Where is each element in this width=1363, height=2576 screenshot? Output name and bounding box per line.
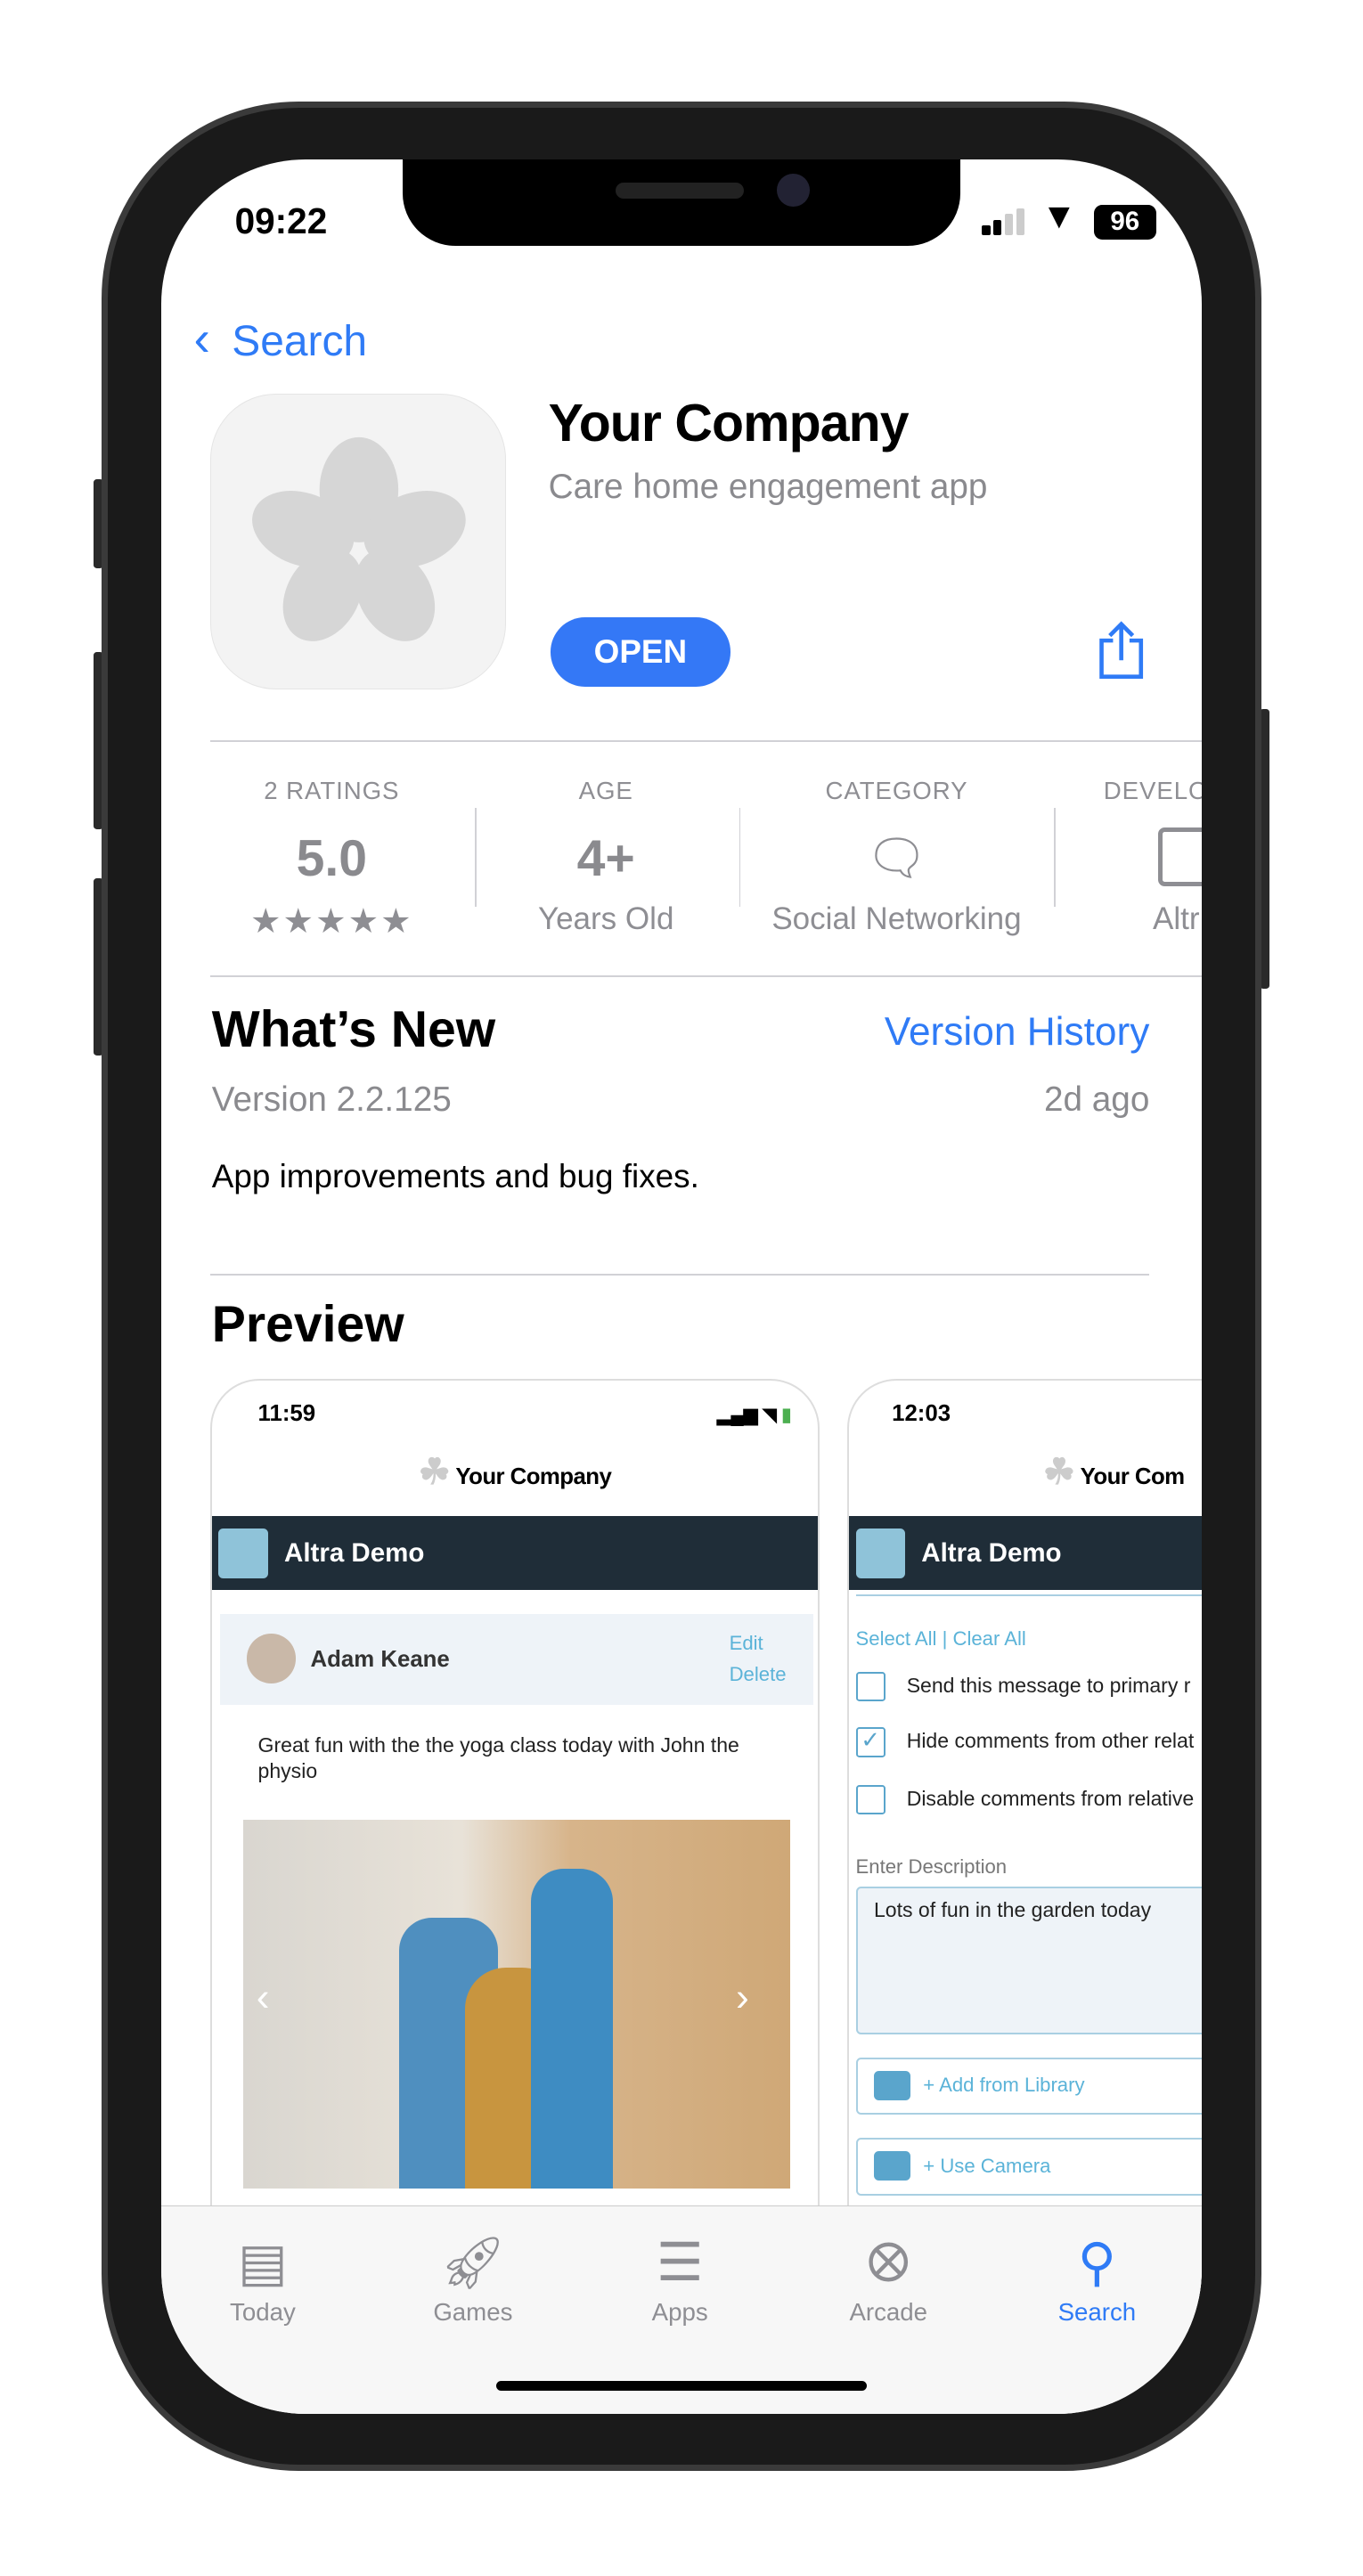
- tab-games[interactable]: 🚀︎ Games: [391, 2229, 555, 2326]
- post-header: Adam Keane Edit Delete: [220, 1614, 813, 1705]
- rating-value: 5.0: [296, 829, 368, 887]
- checkbox[interactable]: [855, 1784, 886, 1815]
- select-clear-links[interactable]: Select All | Clear All: [856, 1627, 1026, 1651]
- tab-search[interactable]: ⚲ Search: [1015, 2229, 1179, 2326]
- divider: [209, 1274, 1150, 1276]
- checkbox-checked[interactable]: ✓: [855, 1727, 886, 1757]
- version-label: Version 2.2.125: [211, 1080, 452, 1119]
- joystick-icon: ⭙: [867, 2234, 910, 2293]
- tab-arcade[interactable]: ⭙ Arcade: [806, 2229, 970, 2326]
- org-bar: Altra Demo: [849, 1515, 1203, 1590]
- back-button[interactable]: ‹ Search: [194, 310, 368, 367]
- version-history-link[interactable]: Version History: [885, 1010, 1149, 1055]
- release-notes: App improvements and bug fixes.: [211, 1157, 699, 1194]
- divider: [209, 740, 1203, 743]
- app-subtitle: Care home engagement app: [548, 468, 988, 507]
- building-icon: [855, 1528, 905, 1578]
- tab-label: Arcade: [849, 2297, 928, 2326]
- description-textarea[interactable]: Lots of fun in the garden today: [855, 1887, 1203, 2035]
- chat-heart-icon: 🗨: [865, 829, 928, 885]
- org-bar: Altra Demo: [211, 1515, 818, 1590]
- whats-new-title: What’s New: [211, 1000, 496, 1058]
- rocket-icon: 🚀︎: [439, 2234, 507, 2293]
- release-date: 2d ago: [1043, 1080, 1150, 1119]
- app-title: Your Company: [548, 395, 910, 453]
- preview-header: ☘ Your Company: [212, 1450, 818, 1493]
- checkbox-label: Disable comments from relative: [906, 1786, 1195, 1810]
- developer-sub: Altr: [1153, 901, 1200, 936]
- tab-today[interactable]: ▤ Today: [181, 2229, 345, 2326]
- preview-screenshot-1[interactable]: 11:59 ▂▄▆ ◥ ▮ ☘ Your Company Altra Demo …: [209, 1379, 820, 2299]
- camera-icon: [873, 2151, 910, 2181]
- tab-label: Apps: [651, 2297, 708, 2326]
- camera: [776, 174, 810, 208]
- edit-link[interactable]: Edit: [730, 1632, 763, 1655]
- home-indicator[interactable]: [495, 2380, 868, 2391]
- add-from-library-button[interactable]: + Add from Library: [855, 2057, 1203, 2115]
- search-icon: ⚲: [1077, 2234, 1116, 2293]
- separator: [739, 807, 741, 907]
- ratings-label: 2 RATINGS: [264, 776, 400, 804]
- clover-icon: ☘: [418, 1450, 451, 1492]
- use-camera-button[interactable]: + Use Camera: [855, 2138, 1203, 2196]
- age-sub: Years Old: [537, 901, 674, 936]
- clover-icon: [252, 437, 466, 642]
- use-camera-label: + Use Camera: [923, 2154, 1051, 2177]
- photo-prev-icon[interactable]: ‹: [257, 1976, 270, 2020]
- tab-label: Search: [1057, 2297, 1137, 2326]
- photo-figure: [530, 1868, 613, 2189]
- tab-apps[interactable]: ☰ Apps: [598, 2229, 762, 2326]
- avatar: [246, 1634, 296, 1683]
- preview-status-icons: ▂▄▆ ◥ ▮: [716, 1406, 792, 1426]
- checkbox-label: Send this message to primary r: [906, 1673, 1191, 1697]
- layers-icon: ☰: [656, 2234, 704, 2293]
- phone-screen: 09:22 ▼ 96 ‹ Search Your Company Care ho…: [160, 159, 1203, 2414]
- preview-header: ☘ Your Com: [849, 1450, 1202, 1493]
- age-value: 4+: [576, 829, 635, 887]
- age-label: AGE: [578, 776, 633, 804]
- tab-label: Today: [230, 2297, 296, 2326]
- building-icon: [218, 1528, 268, 1578]
- preview-time: 11:59: [257, 1400, 316, 1426]
- category-sub: Social Networking: [771, 901, 1022, 936]
- battery-indicator: 96: [1093, 205, 1156, 240]
- field-border: [855, 1591, 1203, 1596]
- preview-title: Preview: [211, 1296, 404, 1354]
- separator: [1054, 807, 1057, 907]
- notch: [402, 159, 961, 247]
- back-label: Search: [232, 318, 368, 366]
- developer-icon: [1157, 827, 1203, 887]
- speaker: [616, 182, 745, 200]
- preview-brand: Your Company: [455, 1463, 612, 1489]
- signal-icon: [982, 208, 1031, 235]
- today-icon: ▤: [238, 2234, 288, 2293]
- chevron-left-icon: ‹: [193, 311, 210, 367]
- preview-time: 12:03: [892, 1400, 951, 1426]
- post-text: Great fun with the the yoga class today …: [257, 1732, 739, 1783]
- post-photo: ‹ ›: [242, 1819, 790, 2189]
- checkbox-label: Hide comments from other relat: [906, 1729, 1195, 1753]
- open-button[interactable]: OPEN: [550, 617, 731, 687]
- category-label: CATEGORY: [825, 776, 968, 804]
- divider: [209, 974, 1203, 977]
- checkbox[interactable]: [855, 1671, 886, 1701]
- clover-icon: ☘: [1042, 1450, 1075, 1492]
- status-time: 09:22: [234, 200, 328, 241]
- share-icon[interactable]: [1097, 621, 1146, 680]
- preview-screenshot-2[interactable]: 12:03 ☘ Your Com Altra Demo Select All |…: [847, 1379, 1203, 2299]
- tab-label: Games: [433, 2297, 513, 2326]
- org-name: Altra Demo: [284, 1538, 425, 1569]
- post-author: Adam Keane: [310, 1647, 450, 1673]
- add-library-label: + Add from Library: [923, 2074, 1085, 2097]
- org-name: Altra Demo: [921, 1538, 1062, 1569]
- wifi-icon: ▼: [1041, 195, 1077, 237]
- app-icon: [209, 394, 506, 690]
- preview-brand: Your Com: [1080, 1463, 1185, 1489]
- description-label: Enter Description: [855, 1855, 1008, 1879]
- developer-label: DEVELO: [1103, 776, 1203, 804]
- delete-link[interactable]: Delete: [730, 1663, 787, 1686]
- rating-stars: ★★★★★: [249, 902, 413, 941]
- gallery-icon: [873, 2070, 910, 2100]
- photo-next-icon[interactable]: ›: [736, 1976, 749, 2020]
